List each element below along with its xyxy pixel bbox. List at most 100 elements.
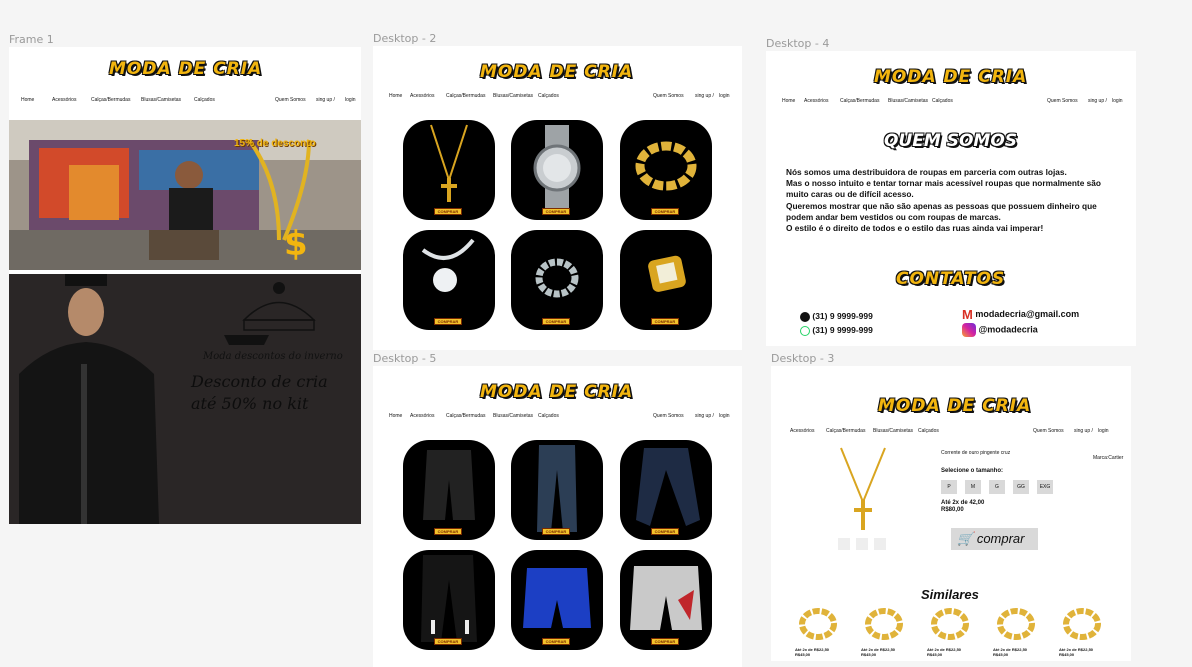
size-gg[interactable]: GG: [1013, 480, 1029, 494]
product-card[interactable]: COMPRAR: [403, 440, 495, 540]
promo-panel[interactable]: Moda descontos do inverno Desconto de cr…: [9, 274, 361, 524]
product-card[interactable]: COMPRAR: [511, 120, 603, 220]
nav-blusas[interactable]: Blusas/Camisetas: [873, 428, 913, 434]
product-card[interactable]: COMPRAR: [403, 550, 495, 650]
buy-tag[interactable]: COMPRAR: [542, 528, 570, 535]
size-g[interactable]: G: [989, 480, 1005, 494]
nav-calcas[interactable]: Calças/Bermudas: [826, 428, 865, 434]
nav-login[interactable]: login: [719, 413, 730, 419]
nav-quem-somos[interactable]: Quem Somos: [275, 97, 306, 103]
nav-login[interactable]: login: [1098, 428, 1109, 434]
similar-item[interactable]: Até 2x de R$22,50 R$45,00: [927, 606, 973, 657]
buy-tag[interactable]: COMPRAR: [542, 638, 570, 645]
nav-home[interactable]: Home: [389, 413, 402, 419]
nav-calcados[interactable]: Calçados: [918, 428, 939, 434]
nav-calcas[interactable]: Calças/Bermudas: [840, 98, 879, 104]
cargo-pants-image: [421, 555, 477, 642]
nav-quem-somos[interactable]: Quem Somos: [1047, 98, 1078, 104]
nav-acessorios[interactable]: Acessórios: [410, 93, 434, 99]
product-name: Corrente de ouro pingente cruz: [941, 450, 1011, 456]
nav-blusas[interactable]: Blusas/Camisetas: [888, 98, 928, 104]
nav-calcados[interactable]: Calçados: [538, 93, 559, 99]
nav-home[interactable]: Home: [389, 93, 402, 99]
nav-blusas[interactable]: Blusas/Camisetas: [493, 413, 533, 419]
thumbnail[interactable]: [838, 538, 850, 550]
buy-tag[interactable]: COMPRAR: [434, 208, 462, 215]
nav-sign-up[interactable]: sing up /: [695, 93, 714, 99]
product-card[interactable]: COMPRAR: [511, 550, 603, 650]
watch-image: [533, 125, 581, 215]
nav-calcados[interactable]: Calçados: [194, 97, 215, 103]
nav-quem-somos[interactable]: Quem Somos: [653, 413, 684, 419]
nav-quem-somos[interactable]: Quem Somos: [653, 93, 684, 99]
similar-item[interactable]: Até 2x de R$22,50 R$45,00: [1059, 606, 1105, 657]
buy-tag[interactable]: COMPRAR: [542, 208, 570, 215]
similar-item[interactable]: Até 2x de R$22,50 R$45,00: [993, 606, 1039, 657]
nav-login[interactable]: login: [719, 93, 730, 99]
similar-item[interactable]: Até 2x de R$22,50 R$45,00: [795, 606, 841, 657]
product-card[interactable]: COMPRAR: [403, 120, 495, 220]
nav-home[interactable]: Home: [782, 98, 795, 104]
phone-row-1[interactable]: (31) 9 9999-999: [800, 311, 873, 322]
nav-calcas[interactable]: Calças/Bermudas: [446, 93, 485, 99]
product-card[interactable]: COMPRAR: [620, 120, 712, 220]
product-card[interactable]: COMPRAR: [620, 230, 712, 330]
size-exg[interactable]: EXG: [1037, 480, 1053, 494]
product-card[interactable]: COMPRAR: [620, 550, 712, 650]
email-text: modadecria@gmail.com: [975, 308, 1080, 319]
promo-text: Moda descontos do inverno: [203, 351, 343, 362]
buy-tag[interactable]: COMPRAR: [651, 318, 679, 325]
nav-acessorios[interactable]: Acessórios: [52, 97, 76, 103]
buy-tag[interactable]: COMPRAR: [651, 208, 679, 215]
buy-button[interactable]: 🛒 comprar: [951, 528, 1038, 550]
brand-logo[interactable]: MODA DE CRIA: [878, 396, 1031, 416]
product-card[interactable]: COMPRAR: [511, 230, 603, 330]
similar-item[interactable]: Até 2x de R$22,50 R$45,00: [861, 606, 907, 657]
nav-acessorios[interactable]: Acessórios: [804, 98, 828, 104]
nav-calcados[interactable]: Calçados: [932, 98, 953, 104]
nav-sign-up[interactable]: sing up /: [1088, 98, 1107, 104]
discount-line-2: até 50% no kit: [191, 394, 309, 413]
buy-tag[interactable]: COMPRAR: [651, 528, 679, 535]
frame-label-frame1: Frame 1: [9, 33, 54, 46]
nav-sign-up[interactable]: sing up /: [1074, 428, 1093, 434]
nav-calcas[interactable]: Calças/Bermudas: [91, 97, 130, 103]
brand-logo[interactable]: MODA DE CRIA: [109, 59, 262, 79]
product-card[interactable]: COMPRAR: [511, 440, 603, 540]
nav-login[interactable]: login: [345, 97, 356, 103]
nav-login[interactable]: login: [1112, 98, 1123, 104]
buy-tag[interactable]: COMPRAR: [434, 318, 462, 325]
size-p[interactable]: P: [941, 480, 957, 494]
phone-row-2[interactable]: (31) 9 9999-999: [800, 325, 873, 336]
brand-logo[interactable]: MODA DE CRIA: [874, 67, 1027, 87]
nav-sign-up[interactable]: sing up /: [316, 97, 335, 103]
nav-quem-somos[interactable]: Quem Somos: [1033, 428, 1064, 434]
thumbnail[interactable]: [874, 538, 886, 550]
size-m[interactable]: M: [965, 480, 981, 494]
product-card[interactable]: COMPRAR: [403, 230, 495, 330]
nav-acessorios[interactable]: Acessórios: [790, 428, 814, 434]
nav-sign-up[interactable]: sing up /: [695, 413, 714, 419]
main-nav: Home Acessórios Calças/Bermudas Blusas/C…: [21, 97, 361, 105]
brand-logo[interactable]: MODA DE CRIA: [480, 62, 633, 82]
buy-tag[interactable]: COMPRAR: [434, 638, 462, 645]
nav-calcados[interactable]: Calçados: [538, 413, 559, 419]
nav-home[interactable]: Home: [21, 97, 34, 103]
buy-tag[interactable]: COMPRAR: [651, 638, 679, 645]
discount-line-1: Desconto de cria: [191, 372, 328, 391]
main-nav: Home Acessórios Calças/Bermudas Blusas/C…: [389, 93, 739, 101]
thumbnail[interactable]: [856, 538, 868, 550]
instagram-row[interactable]: @modadecria: [962, 323, 1038, 337]
buy-tag[interactable]: COMPRAR: [434, 528, 462, 535]
nav-acessorios[interactable]: Acessórios: [410, 413, 434, 419]
nav-calcas[interactable]: Calças/Bermudas: [446, 413, 485, 419]
email-row[interactable]: M modadecria@gmail.com: [962, 307, 1079, 322]
hero-banner[interactable]: $ 15% de desconto: [9, 120, 361, 270]
buy-tag[interactable]: COMPRAR: [542, 318, 570, 325]
nav-blusas[interactable]: Blusas/Camisetas: [493, 93, 533, 99]
size-label: Selecione o tamanho:: [941, 468, 1004, 474]
nav-blusas[interactable]: Blusas/Camisetas: [141, 97, 181, 103]
brand-logo[interactable]: MODA DE CRIA: [480, 382, 633, 402]
product-card[interactable]: COMPRAR: [620, 440, 712, 540]
phone-icon: [800, 311, 810, 322]
